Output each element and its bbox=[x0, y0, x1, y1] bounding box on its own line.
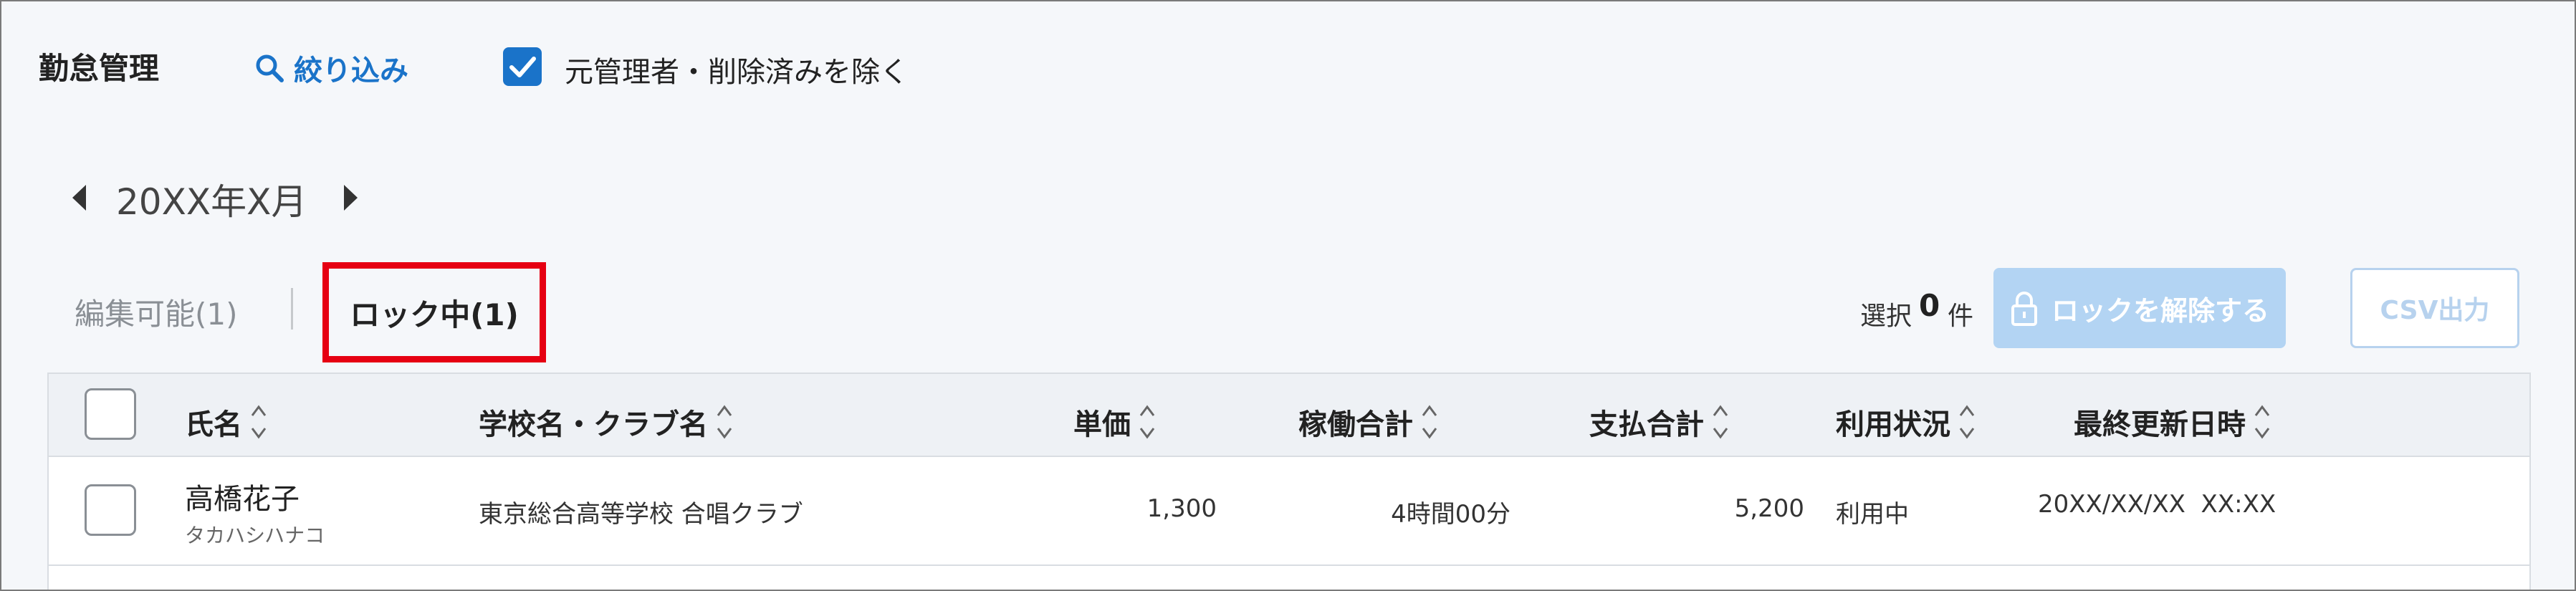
table-header: 氏名 学校名・クラブ名 単価 稼働合計 支払合計 利用状況 最終更新日時 bbox=[49, 374, 2529, 457]
col-name-label: 氏名 bbox=[185, 408, 242, 441]
row-unit-price: 1,300 bbox=[1146, 494, 1217, 523]
app-frame: 勤怠管理 絞り込み 元管理者・削除済みを除く 20XX年X月 編集可能(1) ロ… bbox=[0, 0, 2576, 591]
col-school[interactable]: 学校名・クラブ名 bbox=[479, 398, 734, 446]
prev-month-button[interactable] bbox=[70, 183, 89, 215]
unlock-button-label: ロックを解除する bbox=[2051, 294, 2269, 327]
csv-export-button[interactable]: CSV出力 bbox=[2350, 268, 2519, 348]
col-status[interactable]: 利用状況 bbox=[1836, 398, 1976, 446]
tab-divider bbox=[291, 288, 293, 330]
sort-icon bbox=[2254, 405, 2270, 439]
tab-editable[interactable]: 編集可能(1) bbox=[75, 290, 238, 334]
col-pay-total[interactable]: 支払合計 bbox=[1589, 398, 1730, 446]
sort-icon bbox=[1713, 405, 1728, 439]
next-month-button[interactable] bbox=[341, 183, 360, 215]
col-pay-total-label: 支払合計 bbox=[1589, 408, 1704, 441]
sort-icon bbox=[1422, 405, 1437, 439]
tab-locked-label: ロック中(1) bbox=[350, 297, 519, 332]
filter-label: 絞り込み bbox=[294, 54, 408, 87]
lock-icon bbox=[2011, 292, 2037, 326]
col-unit-price-label: 単価 bbox=[1073, 408, 1131, 441]
csv-export-label: CSV出力 bbox=[2380, 296, 2490, 325]
tab-locked[interactable]: ロック中(1) bbox=[322, 262, 546, 362]
row-name: 高橋花子 bbox=[185, 483, 300, 516]
selection-prefix: 選択 bbox=[1860, 302, 1912, 331]
sort-icon bbox=[1139, 405, 1155, 439]
selection-suffix: 件 bbox=[1948, 302, 1974, 331]
row-kana: タカハシハナコ bbox=[185, 524, 325, 547]
col-work-total-label: 稼働合計 bbox=[1298, 408, 1413, 441]
col-name[interactable]: 氏名 bbox=[185, 398, 268, 446]
select-all-checkbox[interactable] bbox=[85, 388, 136, 440]
exclude-checkbox[interactable] bbox=[503, 47, 542, 86]
row-work-total: 4時間00分 bbox=[1391, 500, 1510, 529]
attendance-table: 氏名 学校名・クラブ名 単価 稼働合計 支払合計 利用状況 最終更新日時 高橋花… bbox=[47, 373, 2531, 590]
col-work-total[interactable]: 稼働合計 bbox=[1298, 398, 1439, 446]
col-updated-label: 最終更新日時 bbox=[2074, 408, 2246, 441]
caret-left-icon bbox=[72, 185, 86, 211]
month-label: 20XX年X月 bbox=[116, 181, 307, 223]
search-icon bbox=[256, 54, 284, 82]
table-row[interactable]: 高橋花子 タカハシハナコ 東京総合高等学校 合唱クラブ 1,300 4時間00分… bbox=[49, 457, 2529, 566]
sort-icon bbox=[251, 405, 267, 439]
col-unit-price[interactable]: 単価 bbox=[1073, 398, 1157, 446]
row-status: 利用中 bbox=[1836, 500, 1909, 529]
exclude-checkbox-label: 元管理者・削除済みを除く bbox=[565, 56, 909, 89]
page-title: 勤怠管理 bbox=[39, 51, 160, 86]
sort-icon bbox=[1959, 405, 1975, 439]
row-updated: 20XX/XX/XX XX:XX bbox=[2038, 490, 2276, 519]
col-updated[interactable]: 最終更新日時 bbox=[2074, 398, 2271, 446]
check-icon bbox=[509, 57, 536, 77]
caret-right-icon bbox=[344, 185, 358, 211]
sort-icon bbox=[717, 405, 732, 439]
col-status-label: 利用状況 bbox=[1836, 408, 1950, 441]
col-school-label: 学校名・クラブ名 bbox=[479, 408, 708, 441]
row-checkbox[interactable] bbox=[85, 484, 136, 536]
row-pay-total: 5,200 bbox=[1734, 494, 1804, 523]
filter-button[interactable]: 絞り込み bbox=[254, 47, 408, 89]
unlock-button[interactable]: ロックを解除する bbox=[1993, 268, 2286, 348]
selection-count: 0 bbox=[1919, 288, 1940, 323]
row-school: 東京総合高等学校 合唱クラブ bbox=[479, 500, 803, 529]
